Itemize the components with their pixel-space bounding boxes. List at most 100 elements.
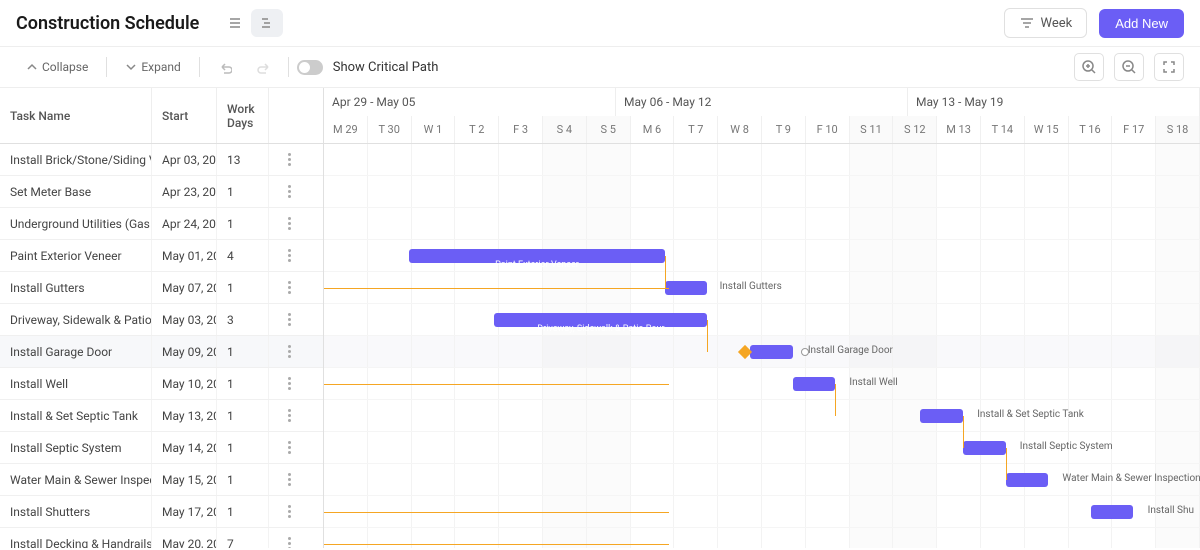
task-name-cell: Install Brick/Stone/Siding Veneer (0, 144, 152, 175)
row-menu-button[interactable] (269, 240, 309, 271)
col-header-start[interactable]: Start (152, 88, 217, 143)
zoom-in-icon (1081, 59, 1097, 75)
table-row[interactable]: Underground Utilities (Gas Electric Apr … (0, 208, 323, 240)
table-row[interactable]: Set Meter Base Apr 23, 2024 1 (0, 176, 323, 208)
table-row[interactable]: Install Brick/Stone/Siding Veneer Apr 03… (0, 144, 323, 176)
day-label: S 11 (850, 116, 894, 144)
expand-button[interactable]: Expand (115, 56, 190, 78)
task-start-cell: May 20, 2024 (152, 528, 217, 548)
bar-label: Driveway, Sidewalk & Patio Pour (537, 322, 664, 336)
task-days-cell: 1 (217, 336, 269, 367)
gantt-row[interactable]: Install Septic System (324, 432, 1200, 464)
task-days-cell: 4 (217, 240, 269, 271)
day-label: W 15 (1025, 116, 1069, 144)
zoom-in-button[interactable] (1074, 53, 1104, 81)
gantt-bar[interactable] (750, 345, 793, 359)
task-start-cell: May 14, 2024 (152, 432, 217, 463)
task-name-cell: Paint Exterior Veneer (0, 240, 152, 271)
gantt-view-btn[interactable] (251, 9, 283, 37)
day-label: T 16 (1069, 116, 1113, 144)
gantt-row[interactable]: Paint Exterior Veneer (324, 240, 1200, 272)
gantt-bar[interactable] (1006, 473, 1049, 487)
gantt-row[interactable] (324, 528, 1200, 548)
row-menu-button[interactable] (269, 304, 309, 335)
gantt-row[interactable]: Water Main & Sewer Inspection (324, 464, 1200, 496)
gantt-bar[interactable] (665, 281, 708, 295)
task-start-cell: May 13, 2024 (152, 400, 217, 431)
table-row[interactable]: Driveway, Sidewalk & Patio Pour May 03, … (0, 304, 323, 336)
row-menu-button[interactable] (269, 368, 309, 399)
gantt-chart[interactable]: Apr 29 - May 05May 06 - May 12May 13 - M… (324, 88, 1200, 548)
dots-icon (288, 537, 291, 548)
add-new-button[interactable]: Add New (1099, 9, 1184, 38)
bar-label: Install Septic System (1020, 441, 1113, 452)
table-row[interactable]: Install Gutters May 07, 2024 1 (0, 272, 323, 304)
gantt-row[interactable] (324, 208, 1200, 240)
col-header-days[interactable]: Work Days (217, 88, 269, 143)
gantt-row[interactable] (324, 176, 1200, 208)
gantt-row[interactable]: Driveway, Sidewalk & Patio Pour (324, 304, 1200, 336)
row-menu-button[interactable] (269, 464, 309, 495)
gantt-bar[interactable] (920, 409, 963, 423)
gantt-row[interactable]: Install Shu (324, 496, 1200, 528)
day-label: T 30 (368, 116, 412, 144)
gantt-bar[interactable] (963, 441, 1006, 455)
gantt-row[interactable]: Install Gutters (324, 272, 1200, 304)
row-menu-button[interactable] (269, 272, 309, 303)
dots-icon (288, 505, 291, 518)
view-toggle (219, 9, 283, 37)
gantt-bar[interactable] (793, 377, 836, 391)
day-label: F 10 (806, 116, 850, 144)
day-label: M 29 (324, 116, 368, 144)
redo-button[interactable] (246, 56, 280, 78)
week-range-label: May 13 - May 19 (908, 88, 1200, 116)
gantt-icon (259, 15, 275, 31)
task-days-cell: 1 (217, 176, 269, 207)
row-menu-button[interactable] (269, 336, 309, 367)
task-start-cell: May 07, 2024 (152, 272, 217, 303)
table-row[interactable]: Water Main & Sewer Inspection May 15, 20… (0, 464, 323, 496)
undo-button[interactable] (208, 56, 242, 78)
row-menu-button[interactable] (269, 176, 309, 207)
table-row[interactable]: Install Well May 10, 2024 1 (0, 368, 323, 400)
collapse-button[interactable]: Collapse (16, 56, 98, 78)
dots-icon (288, 377, 291, 390)
task-start-cell: May 10, 2024 (152, 368, 217, 399)
task-days-cell: 1 (217, 368, 269, 399)
gantt-row[interactable]: Install Well (324, 368, 1200, 400)
timescale-select[interactable]: Week (1004, 8, 1088, 38)
gantt-bar[interactable] (1091, 505, 1134, 519)
zoom-out-button[interactable] (1114, 53, 1144, 81)
task-start-cell: May 15, 2024 (152, 464, 217, 495)
table-row[interactable]: Install Garage Door May 09, 2024 1 (0, 336, 323, 368)
row-menu-button[interactable] (269, 400, 309, 431)
task-name-cell: Set Meter Base (0, 176, 152, 207)
critical-path-toggle[interactable] (297, 60, 323, 75)
table-row[interactable]: Install Decking & Handrails May 20, 2024… (0, 528, 323, 548)
day-label: M 6 (631, 116, 675, 144)
row-menu-button[interactable] (269, 208, 309, 239)
row-menu-button[interactable] (269, 144, 309, 175)
task-days-cell: 1 (217, 208, 269, 239)
task-name-cell: Install Well (0, 368, 152, 399)
gantt-bar[interactable]: Driveway, Sidewalk & Patio Pour (494, 313, 707, 327)
row-menu-button[interactable] (269, 432, 309, 463)
table-row[interactable]: Install Septic System May 14, 2024 1 (0, 432, 323, 464)
table-row[interactable]: Paint Exterior Veneer May 01, 2024 4 (0, 240, 323, 272)
row-menu-button[interactable] (269, 528, 309, 548)
task-days-cell: 13 (217, 144, 269, 175)
gantt-row[interactable]: Install & Set Septic Tank (324, 400, 1200, 432)
dots-icon (288, 409, 291, 422)
gantt-row[interactable] (324, 144, 1200, 176)
task-start-cell: Apr 23, 2024 (152, 176, 217, 207)
col-header-name[interactable]: Task Name (0, 88, 152, 143)
redo-icon (256, 60, 270, 74)
gantt-row[interactable]: Install Garage Door (324, 336, 1200, 368)
day-label: W 8 (718, 116, 762, 144)
fullscreen-button[interactable] (1154, 53, 1184, 81)
list-view-btn[interactable] (219, 9, 251, 37)
table-row[interactable]: Install & Set Septic Tank May 13, 2024 1 (0, 400, 323, 432)
row-menu-button[interactable] (269, 496, 309, 527)
gantt-bar[interactable]: Paint Exterior Veneer (409, 249, 665, 263)
table-row[interactable]: Install Shutters May 17, 2024 1 (0, 496, 323, 528)
